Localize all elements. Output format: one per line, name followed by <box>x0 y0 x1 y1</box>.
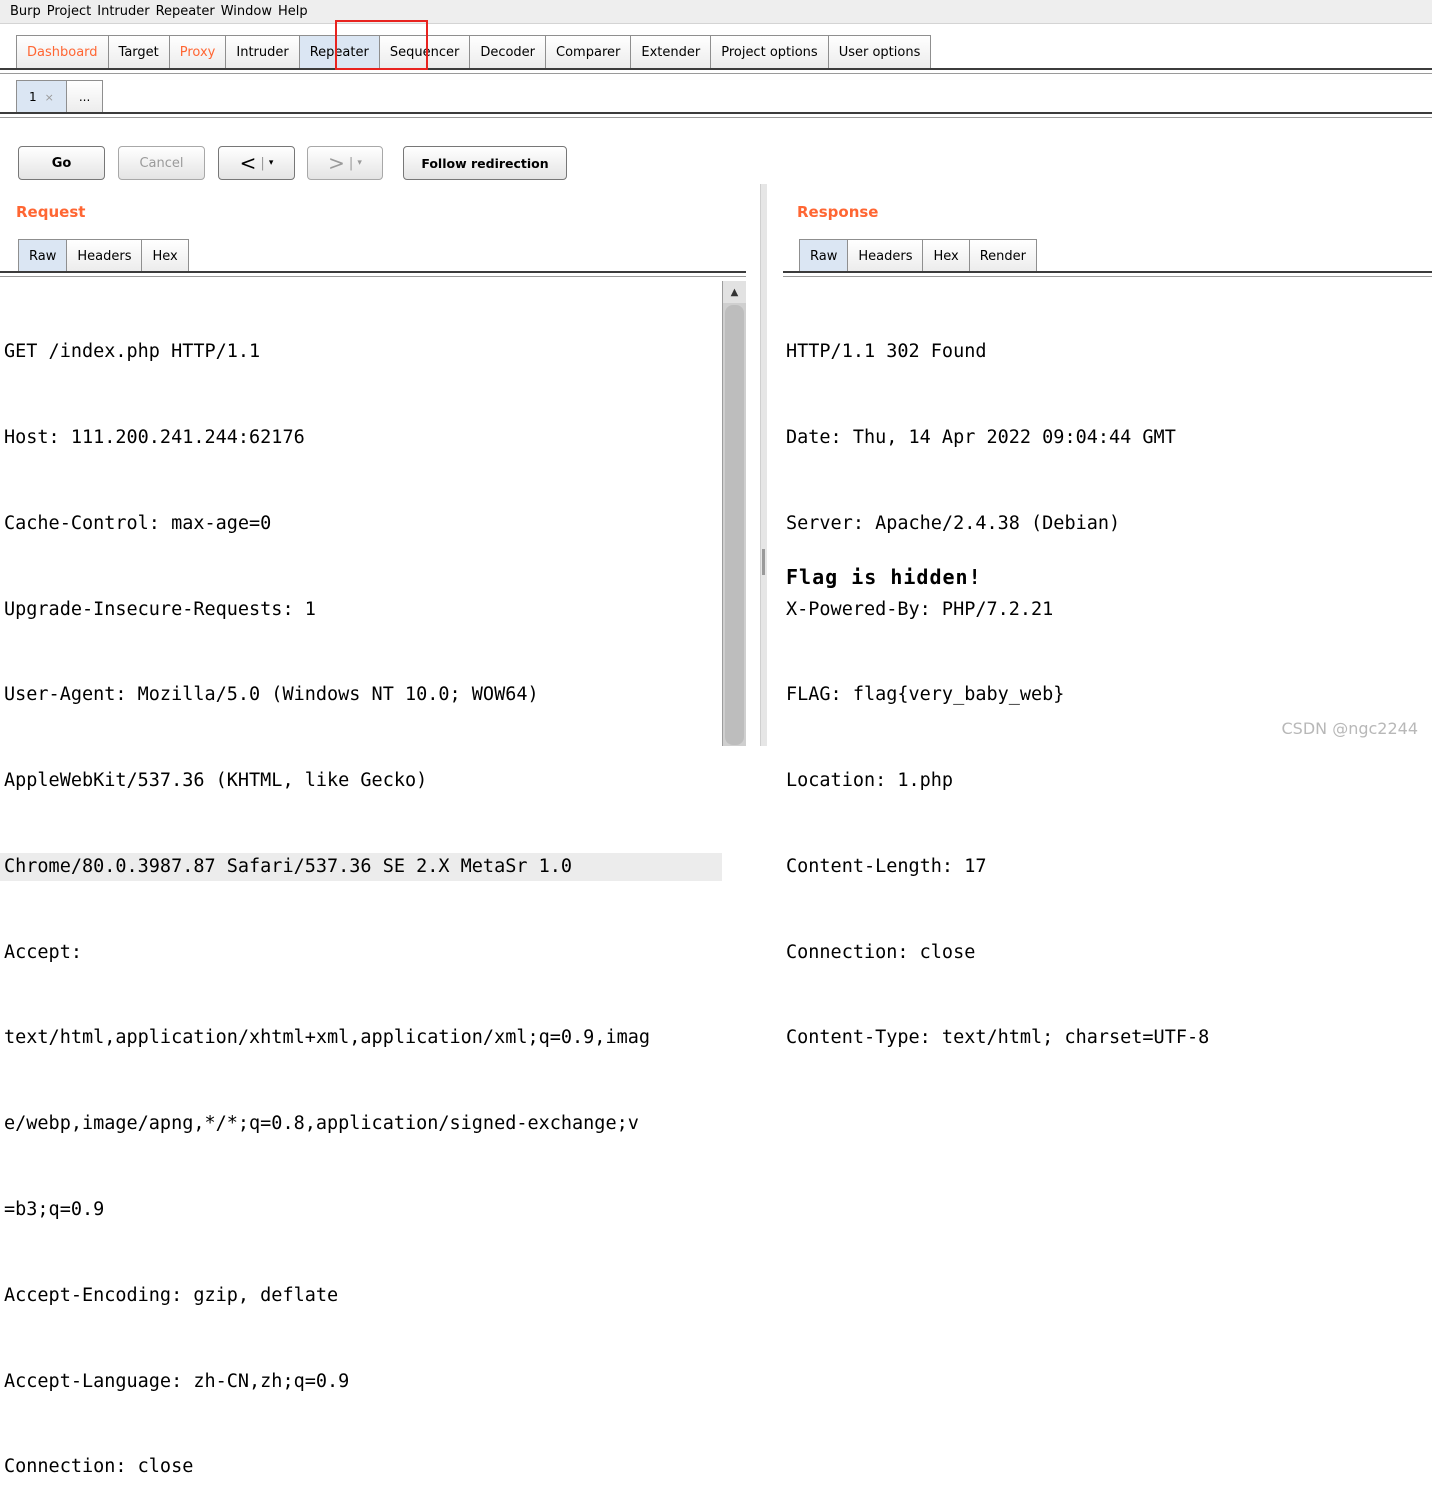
splitter-grip-icon[interactable] <box>762 549 765 575</box>
tab-project-options[interactable]: Project options <box>710 35 829 68</box>
menu-help[interactable]: Help <box>278 4 308 19</box>
request-line: User-Agent: Mozilla/5.0 (Windows NT 10.0… <box>4 684 539 706</box>
request-line: Cache-Control: max-age=0 <box>4 512 272 534</box>
tab-proxy[interactable]: Proxy <box>168 35 227 68</box>
divider: | <box>348 155 354 171</box>
request-tab-divider-thin <box>0 276 746 277</box>
repeater-tab-bar: 1 × ... <box>16 80 104 113</box>
request-line-highlighted: Chrome/80.0.3987.87 Safari/537.36 SE 2.X… <box>0 852 722 882</box>
tab-user-options[interactable]: User options <box>827 35 932 68</box>
request-line: GET /index.php HTTP/1.1 <box>4 341 261 363</box>
response-tab-hex[interactable]: Hex <box>922 239 970 272</box>
request-line: Connection: close <box>4 1456 194 1478</box>
follow-redirection-button[interactable]: Follow redirection <box>403 146 567 180</box>
request-title: Request <box>16 203 86 221</box>
request-view-tabs: Raw Headers Hex <box>18 239 189 272</box>
repeater-tab-1-label: 1 <box>29 90 37 104</box>
tab-target[interactable]: Target <box>107 35 170 68</box>
back-button[interactable]: < | ▾ <box>218 146 295 180</box>
response-tab-divider <box>783 271 1432 273</box>
back-arrow-icon: < <box>239 151 257 175</box>
close-icon[interactable]: × <box>45 91 54 104</box>
request-editor[interactable]: GET /index.php HTTP/1.1 Host: 111.200.24… <box>0 281 722 1492</box>
chevron-down-icon[interactable]: ▾ <box>269 158 274 168</box>
main-tab-divider-thin <box>0 73 1432 74</box>
scroll-thumb[interactable] <box>725 305 744 745</box>
main-tab-divider <box>0 68 1432 70</box>
repeater-tab-new[interactable]: ... <box>65 80 104 113</box>
request-line: e/webp,image/apng,*/*;q=0.8,application/… <box>4 1113 639 1135</box>
request-line: Upgrade-Insecure-Requests: 1 <box>4 598 316 620</box>
tab-dashboard[interactable]: Dashboard <box>16 35 109 68</box>
response-tab-raw[interactable]: Raw <box>799 239 849 272</box>
watermark: CSDN @ngc2244 <box>1281 719 1418 738</box>
forward-arrow-icon: > <box>328 151 345 175</box>
go-button[interactable]: Go <box>18 146 105 180</box>
chevron-down-icon[interactable]: ▾ <box>357 158 362 168</box>
response-editor[interactable]: HTTP/1.1 302 Found Date: Thu, 14 Apr 202… <box>782 281 1422 1082</box>
response-line: Content-Type: text/html; charset=UTF-8 <box>786 1027 1210 1049</box>
request-scrollbar[interactable]: ▲ <box>722 281 746 746</box>
tab-extender[interactable]: Extender <box>630 35 712 68</box>
repeater-tab-1[interactable]: 1 × <box>16 80 67 113</box>
response-title: Response <box>797 203 879 221</box>
response-line: Location: 1.php <box>786 770 954 792</box>
response-line: HTTP/1.1 302 Found <box>786 341 987 363</box>
scroll-up-icon[interactable]: ▲ <box>723 281 746 303</box>
response-line: FLAG: flag{very_baby_web} <box>786 684 1065 706</box>
request-line: text/html,application/xhtml+xml,applicat… <box>4 1027 651 1049</box>
response-tab-headers[interactable]: Headers <box>847 239 924 272</box>
response-view-tabs: Raw Headers Hex Render <box>799 239 1037 272</box>
response-line: Content-Length: 17 <box>786 855 987 877</box>
menu-window[interactable]: Window <box>221 4 272 19</box>
repeater-tab-divider-thin <box>0 117 1432 118</box>
repeater-tab-divider <box>0 112 1432 114</box>
response-body: Flag is hidden! <box>786 565 982 589</box>
response-line: Date: Thu, 14 Apr 2022 09:04:44 GMT <box>786 426 1176 448</box>
request-line: Accept-Language: zh-CN,zh;q=0.9 <box>4 1370 350 1392</box>
response-line: Server: Apache/2.4.38 (Debian) <box>786 512 1121 534</box>
request-line: =b3;q=0.9 <box>4 1199 105 1220</box>
request-line: Host: 111.200.241.244:62176 <box>4 426 305 448</box>
request-line: Accept-Encoding: gzip, deflate <box>4 1284 339 1306</box>
divider: | <box>260 155 265 171</box>
tab-intruder[interactable]: Intruder <box>225 35 300 68</box>
menu-repeater[interactable]: Repeater <box>156 4 215 19</box>
menu-project[interactable]: Project <box>47 4 91 19</box>
tab-repeater[interactable]: Repeater <box>298 35 380 68</box>
main-tab-bar: Dashboard Target Proxy Intruder Repeater… <box>16 35 932 69</box>
request-line: Accept: <box>4 941 82 963</box>
request-tab-raw[interactable]: Raw <box>18 239 68 272</box>
request-tab-headers[interactable]: Headers <box>66 239 143 272</box>
tab-comparer[interactable]: Comparer <box>545 35 632 68</box>
response-tab-render[interactable]: Render <box>968 239 1037 272</box>
menu-intruder[interactable]: Intruder <box>97 4 149 19</box>
cancel-button[interactable]: Cancel <box>118 146 205 180</box>
response-tab-divider-thin <box>783 276 1432 277</box>
menu-bar: Burp Project Intruder Repeater Window He… <box>0 0 1432 24</box>
pane-splitter[interactable] <box>760 184 767 746</box>
forward-button[interactable]: > | ▾ <box>307 146 383 180</box>
response-line: X-Powered-By: PHP/7.2.21 <box>786 598 1054 620</box>
request-tab-divider <box>0 271 746 273</box>
tab-sequencer[interactable]: Sequencer <box>378 35 471 68</box>
response-line: Connection: close <box>786 941 976 963</box>
request-line: AppleWebKit/537.36 (KHTML, like Gecko) <box>4 770 428 792</box>
tab-decoder[interactable]: Decoder <box>469 35 547 68</box>
menu-burp[interactable]: Burp <box>10 4 41 19</box>
request-tab-hex[interactable]: Hex <box>141 239 189 272</box>
